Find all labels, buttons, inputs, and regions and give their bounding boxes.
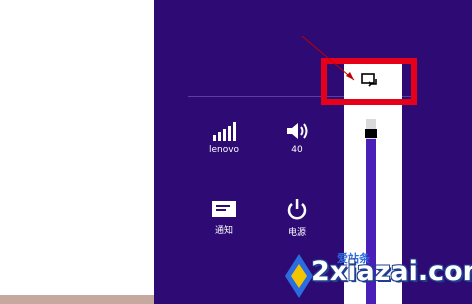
- power-icon: [287, 199, 307, 220]
- message-icon: [212, 201, 236, 217]
- notifications-label: 通知: [214, 226, 233, 236]
- notifications-tile[interactable]: 通知: [199, 199, 249, 236]
- slider-thumb[interactable]: [365, 129, 377, 138]
- speaker-icon: [287, 123, 308, 139]
- power-tile[interactable]: 电源: [272, 199, 322, 238]
- watermark-text: 2xiazai.com: [311, 256, 472, 287]
- network-tile[interactable]: lenovo: [199, 121, 249, 155]
- signal-bars-icon: [213, 122, 236, 141]
- annotation-arrow: [301, 35, 355, 81]
- watermark: 爱站条 2xiazai.com: [283, 250, 472, 304]
- taskbar-strip: [0, 295, 154, 304]
- desktop-background: [0, 0, 154, 304]
- power-label: 电源: [287, 228, 306, 238]
- network-label: lenovo: [208, 145, 240, 155]
- volume-label: 40: [291, 145, 303, 155]
- volume-tile[interactable]: 40: [272, 121, 322, 155]
